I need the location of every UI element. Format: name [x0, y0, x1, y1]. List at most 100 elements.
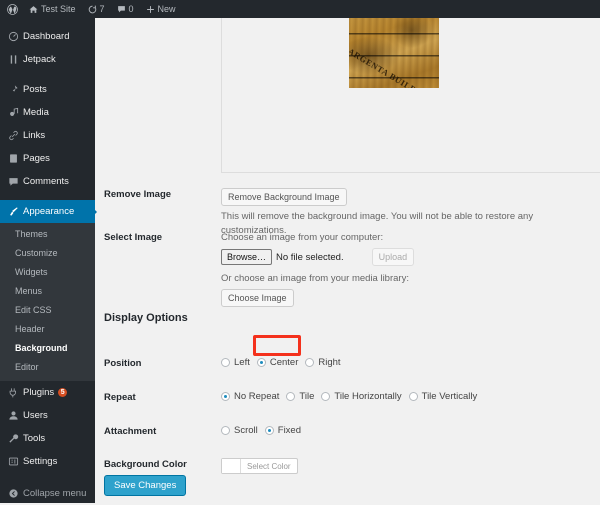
- radio-indicator[interactable]: [286, 392, 296, 401]
- radio-indicator[interactable]: [221, 426, 230, 435]
- collapse-arrow-icon: [8, 488, 23, 499]
- radio-indicator[interactable]: [408, 392, 418, 401]
- site-name-menu[interactable]: Test Site: [23, 0, 82, 18]
- comment-bubble-icon: [117, 5, 126, 14]
- plus-icon: [146, 5, 155, 14]
- upload-button[interactable]: Upload: [371, 248, 415, 266]
- sidebar-item-posts[interactable]: Posts: [0, 78, 95, 101]
- display-options-heading: Display Options: [104, 312, 188, 324]
- radio-indicator[interactable]: [305, 358, 315, 367]
- attachment-option-scroll[interactable]: Scroll: [221, 425, 258, 436]
- sidebar-item-dashboard[interactable]: Dashboard: [0, 25, 95, 48]
- position-option-center[interactable]: Center: [256, 357, 298, 368]
- radio-indicator[interactable]: [221, 358, 230, 367]
- sidebar-item-label: Appearance: [23, 205, 75, 217]
- comments-menu[interactable]: 0: [111, 0, 140, 18]
- background-color-field: Select Color: [221, 458, 596, 476]
- select-image-label: Select Image: [104, 232, 163, 243]
- radio-label: Scroll: [234, 425, 258, 436]
- background-color-label: Background Color: [104, 459, 187, 470]
- background-image-thumbnail: OR ARGENTA BUILDERS.COM MR: [349, 11, 439, 88]
- page-icon: [8, 153, 23, 164]
- repeat-radio-group: No Repeat Tile Tile Horizontally Tile Ve…: [221, 391, 596, 402]
- plug-icon: [8, 387, 23, 398]
- radio-indicator[interactable]: [321, 392, 331, 401]
- media-library-help: Or choose an image from your media libra…: [221, 273, 409, 284]
- menu-spacer-1: [0, 71, 95, 78]
- radio-indicator-selected[interactable]: [264, 426, 274, 435]
- selected-file-status: No file selected.: [276, 251, 344, 263]
- repeat-option-no-repeat[interactable]: No Repeat: [221, 391, 279, 402]
- menu-spacer-top: [0, 18, 95, 25]
- submenu-item-background[interactable]: Background: [0, 339, 95, 358]
- sidebar-item-media[interactable]: Media: [0, 101, 95, 124]
- sidebar-item-label: Users: [23, 409, 48, 421]
- sidebar-item-label: Dashboard: [23, 30, 70, 42]
- jetpack-icon: [8, 54, 23, 65]
- collapse-menu-label: Collapse menu: [23, 487, 87, 499]
- sidebar-item-label: Tools: [23, 432, 46, 444]
- attachment-label: Attachment: [104, 426, 157, 437]
- submenu-item-customize[interactable]: Customize: [0, 244, 95, 263]
- sidebar-item-users[interactable]: Users: [0, 404, 95, 427]
- sidebar-item-plugins[interactable]: Plugins 5: [0, 381, 95, 404]
- submenu-item-header[interactable]: Header: [0, 320, 95, 339]
- sidebar-item-appearance[interactable]: Appearance: [0, 200, 97, 223]
- settings-gear-icon: [8, 456, 23, 467]
- wordpress-logo-icon: [7, 3, 18, 15]
- radio-label: Right: [318, 357, 341, 368]
- new-content-menu[interactable]: New: [140, 0, 182, 18]
- link-icon: [8, 130, 23, 141]
- position-option-left[interactable]: Left: [221, 357, 250, 368]
- position-field: Left Center Right: [221, 357, 596, 368]
- repeat-option-tile-horizontally[interactable]: Tile Horizontally: [321, 391, 402, 402]
- wordpress-logo-button[interactable]: [0, 0, 23, 18]
- remove-background-image-button[interactable]: Remove Background Image: [221, 188, 347, 206]
- repeat-option-tile[interactable]: Tile: [286, 391, 314, 402]
- submenu-item-themes[interactable]: Themes: [0, 225, 95, 244]
- sidebar-item-tools[interactable]: Tools: [0, 427, 95, 450]
- choose-image-button[interactable]: Choose Image: [221, 289, 294, 307]
- submenu-item-editor[interactable]: Editor: [0, 358, 95, 377]
- submenu-item-menus[interactable]: Menus: [0, 282, 95, 301]
- submenu-item-widgets[interactable]: Widgets: [0, 263, 95, 282]
- sidebar-item-label: Pages: [23, 152, 50, 164]
- color-picker-button[interactable]: Select Color: [221, 458, 298, 474]
- attachment-field: Scroll Fixed: [221, 425, 596, 436]
- plugins-update-badge: 5: [58, 388, 68, 397]
- upload-from-computer-help: Choose an image from your computer:: [221, 232, 384, 243]
- sidebar-item-jetpack[interactable]: Jetpack: [0, 48, 95, 71]
- select-image-field: Choose an image from your computer: Brow…: [221, 231, 596, 307]
- browse-file-button[interactable]: Browse…: [221, 249, 273, 265]
- repeat-option-tile-vertically[interactable]: Tile Vertically: [408, 391, 478, 402]
- radio-label: Tile Horizontally: [334, 391, 402, 402]
- media-icon: [8, 107, 23, 118]
- radio-indicator-selected[interactable]: [221, 392, 230, 401]
- watermark-text: OR ARGENTA BUILDERS.COM MR: [349, 38, 439, 88]
- position-radio-group: Left Center Right: [221, 357, 596, 368]
- collapse-menu-button[interactable]: Collapse menu: [0, 482, 95, 505]
- radio-label: No Repeat: [234, 391, 280, 402]
- radio-label: Tile Vertically: [421, 391, 478, 402]
- sidebar-item-comments[interactable]: Comments: [0, 170, 95, 193]
- sidebar-item-label: Settings: [23, 455, 58, 467]
- updates-count: 7: [99, 4, 105, 14]
- sidebar-item-label: Jetpack: [23, 53, 56, 65]
- color-swatch: [222, 459, 241, 473]
- sidebar-item-settings[interactable]: Settings: [0, 450, 95, 473]
- admin-bar: Test Site 7 0 New: [0, 0, 600, 18]
- save-changes-button[interactable]: Save Changes: [104, 475, 187, 496]
- position-option-right[interactable]: Right: [305, 357, 341, 368]
- sidebar-item-pages[interactable]: Pages: [0, 147, 95, 170]
- repeat-field: No Repeat Tile Tile Horizontally Tile Ve…: [221, 391, 596, 402]
- sidebar-item-label: Links: [23, 129, 46, 141]
- attachment-option-fixed[interactable]: Fixed: [264, 425, 301, 436]
- admin-sidebar: Dashboard Jetpack Posts Media Links Page…: [0, 18, 97, 505]
- updates-icon: [88, 5, 97, 14]
- sidebar-item-links[interactable]: Links: [0, 124, 95, 147]
- updates-menu[interactable]: 7: [82, 0, 111, 18]
- radio-indicator-selected[interactable]: [256, 358, 266, 367]
- sidebar-item-label: Plugins: [23, 386, 55, 398]
- submenu-item-edit-css[interactable]: Edit CSS: [0, 301, 95, 320]
- appearance-submenu: Themes Customize Widgets Menus Edit CSS …: [0, 223, 95, 381]
